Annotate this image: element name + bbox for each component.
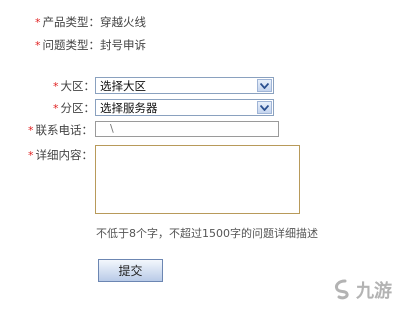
region-label: 大区：: [60, 79, 96, 93]
chevron-down-icon[interactable]: [257, 79, 272, 92]
required-mark: *: [28, 148, 34, 162]
issue-type-row: * 问题类型： 封号申诉: [35, 37, 146, 53]
region-select-value: 选择大区: [100, 78, 146, 93]
required-mark: *: [53, 79, 59, 93]
zone-row: * 分区：: [53, 100, 95, 116]
required-mark: *: [35, 15, 41, 29]
details-label: 详细内容：: [35, 148, 94, 162]
issue-type-label: 问题类型：: [42, 38, 101, 52]
watermark-logo: 九游: [331, 277, 392, 303]
swirl-logo-icon: [331, 278, 353, 303]
phone-label: 联系电话：: [35, 123, 94, 137]
details-textarea[interactable]: [95, 145, 300, 214]
phone-input[interactable]: \: [95, 121, 279, 137]
phone-input-value: \: [110, 122, 114, 135]
required-mark: *: [28, 123, 34, 137]
phone-row: * 联系电话：: [28, 122, 93, 138]
product-type-value: 穿越火线: [100, 15, 146, 29]
details-row: * 详细内容：: [28, 147, 93, 163]
zone-select[interactable]: 选择服务器: [95, 99, 274, 116]
issue-type-value: 封号申诉: [100, 38, 146, 52]
required-mark: *: [35, 38, 41, 52]
details-hint: 不低于8个字，不超过1500字的问题详细描述: [96, 227, 318, 240]
region-select[interactable]: 选择大区: [95, 77, 274, 94]
region-row: * 大区：: [53, 78, 95, 94]
zone-select-value: 选择服务器: [100, 100, 158, 115]
watermark-text: 九游: [356, 281, 392, 302]
chevron-down-icon[interactable]: [257, 101, 272, 114]
required-mark: *: [53, 101, 59, 115]
product-type-row: * 产品类型： 穿越火线: [35, 14, 146, 30]
zone-label: 分区：: [60, 101, 96, 115]
product-type-label: 产品类型：: [42, 15, 101, 29]
submit-button[interactable]: 提交: [98, 259, 163, 282]
